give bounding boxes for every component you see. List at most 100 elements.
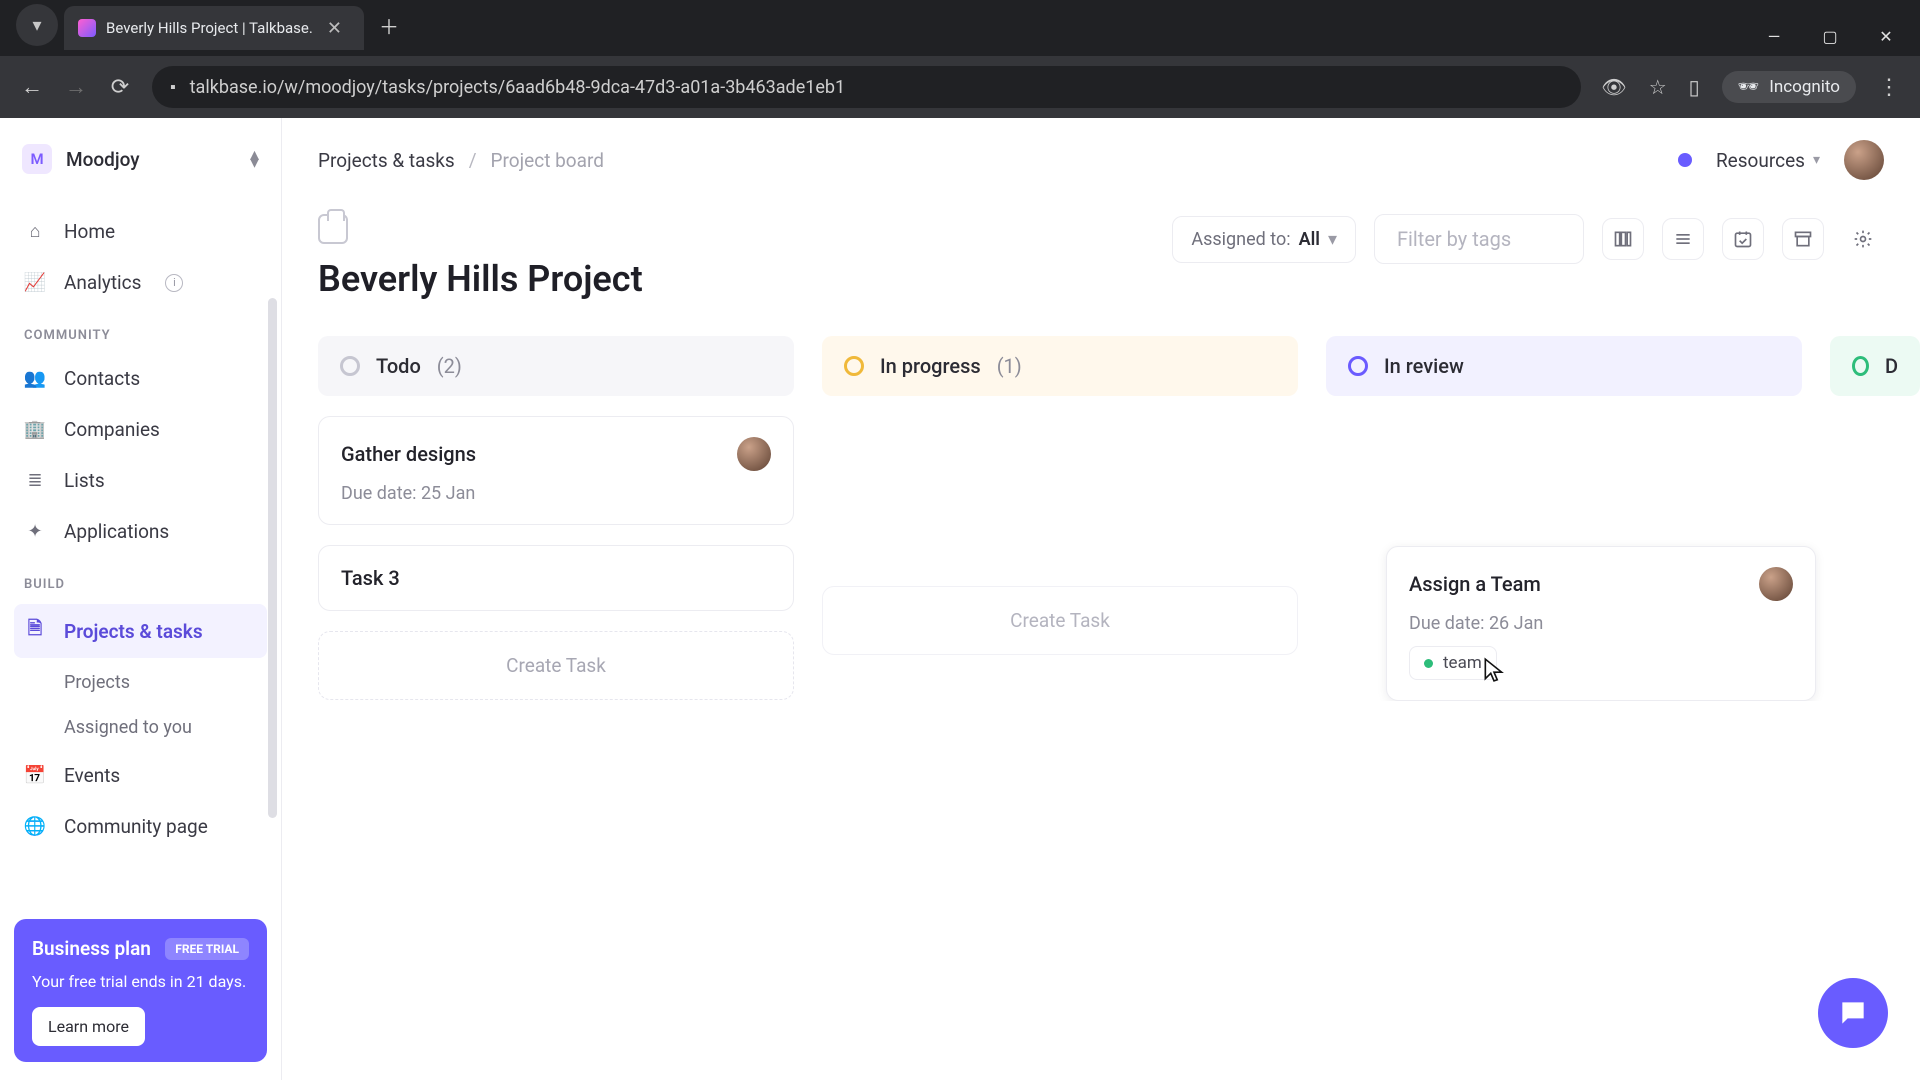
column-header-in-review[interactable]: In review bbox=[1326, 336, 1802, 396]
sidebar-sub-projects[interactable]: Projects bbox=[14, 662, 267, 703]
assigned-label: Assigned to: bbox=[1191, 229, 1290, 250]
workspace-switcher[interactable]: M Moodjoy ▴▾ bbox=[14, 136, 267, 182]
chevron-updown-icon: ▴▾ bbox=[250, 151, 259, 167]
chat-fab-button[interactable] bbox=[1818, 978, 1888, 1048]
contacts-icon: 👥 bbox=[24, 368, 46, 389]
task-due: Due date: 25 Jan bbox=[341, 483, 771, 504]
minimize-icon[interactable]: ― bbox=[1764, 27, 1784, 46]
resources-label: Resources bbox=[1716, 149, 1805, 172]
columns-icon bbox=[1613, 229, 1633, 249]
assigned-value: All bbox=[1299, 229, 1320, 250]
workspace-badge: M bbox=[22, 144, 52, 174]
assignee-avatar[interactable] bbox=[737, 437, 771, 471]
calendar-check-icon bbox=[1733, 229, 1753, 249]
sidebar-item-home[interactable]: ⌂ Home bbox=[14, 208, 267, 255]
list-view-button[interactable] bbox=[1662, 218, 1704, 260]
sidebar-item-companies[interactable]: 🏢 Companies bbox=[14, 406, 267, 453]
column-todo: Todo (2) Gather designs Due date: 25 Jan… bbox=[318, 336, 794, 701]
column-header-in-progress[interactable]: In progress (1) bbox=[822, 336, 1298, 396]
lists-icon: ≣ bbox=[24, 470, 46, 491]
window-controls: ― ▢ ✕ bbox=[1764, 27, 1920, 56]
new-tab-button[interactable]: ＋ bbox=[372, 8, 406, 42]
column-name: In review bbox=[1384, 354, 1464, 378]
sidebar-section-build: BUILD bbox=[14, 559, 267, 600]
close-tab-icon[interactable]: ✕ bbox=[323, 18, 346, 39]
calendar-icon: 📅 bbox=[24, 765, 46, 786]
back-icon[interactable]: ← bbox=[20, 74, 44, 100]
task-card-dragging[interactable]: Assign a Team Due date: 26 Jan team bbox=[1386, 546, 1816, 701]
browser-tab-strip: ▾ Beverly Hills Project | Talkbase. ✕ ＋ … bbox=[0, 0, 1920, 56]
status-ring-icon bbox=[1852, 356, 1869, 376]
gear-icon bbox=[1853, 229, 1873, 249]
sidebar-sub-assigned[interactable]: Assigned to you bbox=[14, 707, 267, 748]
applications-icon: ✦ bbox=[24, 521, 46, 542]
browser-tab[interactable]: Beverly Hills Project | Talkbase. ✕ bbox=[64, 6, 364, 50]
assignee-avatar[interactable] bbox=[1759, 567, 1793, 601]
task-card[interactable]: Gather designs Due date: 25 Jan bbox=[318, 416, 794, 525]
side-panel-icon[interactable]: ▯ bbox=[1689, 75, 1700, 99]
sidebar-item-label: Community page bbox=[64, 815, 208, 838]
sidebar-item-applications[interactable]: ✦ Applications bbox=[14, 508, 267, 555]
breadcrumb: Projects & tasks / Project board bbox=[318, 149, 604, 172]
sidebar: M Moodjoy ▴▾ ⌂ Home 📈 Analytics i COMMUN… bbox=[0, 118, 282, 1080]
sidebar-item-analytics[interactable]: 📈 Analytics i bbox=[14, 259, 267, 306]
bookmark-star-icon[interactable]: ☆ bbox=[1649, 75, 1667, 99]
sidebar-item-label: Applications bbox=[64, 520, 169, 543]
drop-placeholder bbox=[1326, 416, 1802, 526]
resources-dropdown[interactable]: Resources ▾ bbox=[1716, 149, 1820, 172]
close-window-icon[interactable]: ✕ bbox=[1876, 27, 1896, 46]
browser-menu-icon[interactable]: ⋮ bbox=[1878, 75, 1900, 100]
chevron-down-icon: ▾ bbox=[1813, 152, 1820, 168]
sidebar-item-events[interactable]: 📅 Events bbox=[14, 752, 267, 799]
column-header-done[interactable]: D bbox=[1830, 336, 1920, 396]
column-name: Todo bbox=[376, 354, 421, 378]
reload-icon[interactable]: ⟳ bbox=[108, 75, 132, 100]
promo-card: Business plan FREE TRIAL Your free trial… bbox=[14, 919, 267, 1062]
sidebar-item-contacts[interactable]: 👥 Contacts bbox=[14, 355, 267, 402]
promo-title: Business plan bbox=[32, 937, 151, 960]
sidebar-item-label: Contacts bbox=[64, 367, 140, 390]
sidebar-item-lists[interactable]: ≣ Lists bbox=[14, 457, 267, 504]
breadcrumb-projects[interactable]: Projects & tasks bbox=[318, 149, 455, 172]
promo-subtitle: Your free trial ends in 21 days. bbox=[32, 972, 249, 991]
url-text: talkbase.io/w/moodjoy/tasks/projects/6aa… bbox=[190, 77, 845, 98]
tab-search-button[interactable]: ▾ bbox=[16, 4, 58, 46]
create-task-button[interactable]: Create Task bbox=[822, 586, 1298, 655]
eye-off-icon[interactable]: 👁 bbox=[1601, 75, 1626, 99]
chat-icon bbox=[1837, 997, 1869, 1029]
sidebar-item-label: Home bbox=[64, 220, 115, 243]
tags-filter-input[interactable]: Filter by tags bbox=[1374, 214, 1584, 264]
forward-icon[interactable]: → bbox=[64, 74, 88, 100]
scrollbar-thumb[interactable] bbox=[268, 298, 277, 818]
calendar-button[interactable] bbox=[1722, 218, 1764, 260]
sidebar-item-community-page[interactable]: 🌐 Community page bbox=[14, 803, 267, 850]
column-count: (2) bbox=[437, 354, 462, 378]
url-bar[interactable]: ▪ talkbase.io/w/moodjoy/tasks/projects/6… bbox=[152, 66, 1581, 108]
sidebar-item-projects-tasks[interactable]: 🗎 Projects & tasks bbox=[14, 604, 267, 658]
breadcrumb-separator: / bbox=[469, 149, 477, 172]
settings-button[interactable] bbox=[1842, 218, 1884, 260]
task-title: Assign a Team bbox=[1409, 572, 1541, 596]
learn-more-button[interactable]: Learn more bbox=[32, 1007, 145, 1046]
analytics-icon: 📈 bbox=[24, 272, 46, 293]
assigned-filter[interactable]: Assigned to: All ▾ bbox=[1172, 216, 1356, 263]
archive-icon bbox=[1793, 229, 1813, 249]
task-card[interactable]: Task 3 bbox=[318, 545, 794, 611]
board-view-button[interactable] bbox=[1602, 218, 1644, 260]
incognito-label: Incognito bbox=[1769, 77, 1840, 97]
main-content: Projects & tasks / Project board Resourc… bbox=[282, 118, 1920, 1080]
page-title: Beverly Hills Project bbox=[318, 258, 643, 300]
status-ring-icon bbox=[340, 356, 360, 376]
task-due: Due date: 26 Jan bbox=[1409, 613, 1793, 634]
user-avatar[interactable] bbox=[1844, 140, 1884, 180]
sidebar-item-label: Companies bbox=[64, 418, 160, 441]
incognito-badge[interactable]: 🕶 Incognito bbox=[1722, 71, 1856, 103]
drop-placeholder bbox=[822, 416, 1298, 566]
info-icon[interactable]: i bbox=[165, 274, 183, 292]
list-icon bbox=[1673, 229, 1693, 249]
maximize-icon[interactable]: ▢ bbox=[1820, 27, 1840, 46]
archive-button[interactable] bbox=[1782, 218, 1824, 260]
column-header-todo[interactable]: Todo (2) bbox=[318, 336, 794, 396]
task-tag[interactable]: team bbox=[1409, 646, 1497, 680]
create-task-button[interactable]: Create Task bbox=[318, 631, 794, 700]
